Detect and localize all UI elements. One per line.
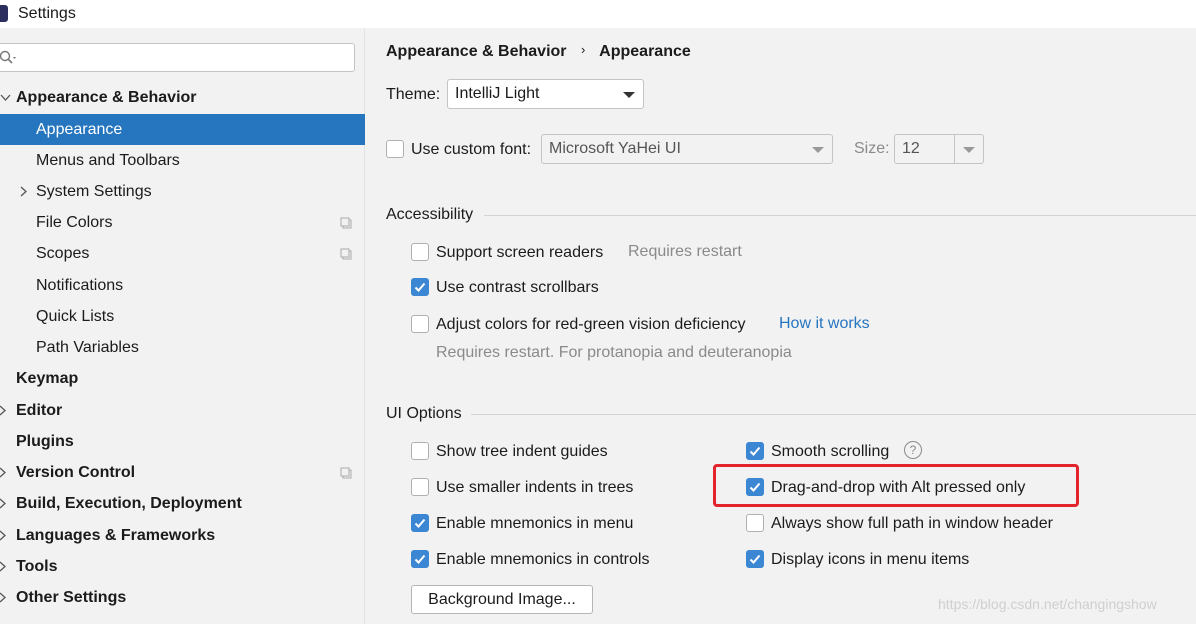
tree-indent-guides-checkbox[interactable]: [411, 442, 429, 460]
contrast-scrollbars-checkbox[interactable]: [411, 278, 429, 296]
sidebar-item-scopes[interactable]: Scopes: [0, 238, 365, 269]
smooth-scrolling-checkbox[interactable]: [746, 442, 764, 460]
sidebar-item-menus-toolbars[interactable]: Menus and Toolbars: [0, 145, 365, 176]
breadcrumb-parent[interactable]: Appearance & Behavior: [386, 43, 567, 60]
accessibility-section-title: Accessibility: [386, 206, 474, 223]
chevron-right-icon: [0, 467, 6, 478]
how-it-works-link[interactable]: How it works: [779, 315, 870, 333]
project-level-icon: [340, 467, 352, 479]
red-green-label: Adjust colors for red-green vision defic…: [436, 316, 746, 333]
chevron-down-icon: [0, 94, 11, 101]
font-dropdown[interactable]: Microsoft YaHei UI: [541, 134, 833, 164]
chevron-right-icon: [20, 186, 27, 197]
chevron-right-icon: [0, 592, 6, 603]
chevron-down-icon: [963, 147, 975, 153]
breadcrumb: Appearance & Behavior › Appearance: [386, 42, 691, 61]
theme-label: Theme:: [386, 86, 441, 103]
sidebar-item-appearance[interactable]: Appearance: [0, 114, 365, 145]
breadcrumb-current: Appearance: [599, 43, 691, 60]
smaller-indents-checkbox[interactable]: [411, 478, 429, 496]
screen-readers-label: Support screen readers: [436, 244, 604, 261]
size-label: Size:: [854, 140, 890, 157]
theme-value: IntelliJ Light: [455, 85, 540, 102]
size-dropdown[interactable]: 12: [894, 134, 984, 164]
mnemonics-menu-label: Enable mnemonics in menu: [436, 515, 634, 532]
project-level-icon: [340, 217, 352, 229]
size-value: 12: [902, 140, 920, 157]
smaller-indents-label: Use smaller indents in trees: [436, 479, 634, 496]
sidebar-item-file-colors[interactable]: File Colors: [0, 207, 365, 238]
ui-options-section-title: UI Options: [386, 405, 462, 422]
mnemonics-controls-checkbox[interactable]: [411, 550, 429, 568]
sidebar-item-tools[interactable]: Tools: [0, 551, 365, 582]
search-input[interactable]: [0, 43, 355, 72]
breadcrumb-separator: ›: [580, 42, 586, 57]
chevron-down-icon: [812, 147, 824, 153]
custom-font-checkbox[interactable]: [386, 140, 404, 158]
theme-dropdown[interactable]: IntelliJ Light: [447, 79, 644, 109]
sidebar-item-appearance-behavior[interactable]: Appearance & Behavior: [0, 82, 365, 113]
chevron-down-icon: [623, 92, 635, 98]
chevron-right-icon: [0, 561, 6, 572]
smooth-scrolling-label: Smooth scrolling: [771, 443, 890, 460]
watermark: https://blog.csdn.net/changingshow: [938, 596, 1157, 612]
checkmark-icon: [414, 554, 426, 564]
sidebar-item-version-control[interactable]: Version Control: [0, 457, 365, 488]
chevron-right-icon: [0, 530, 6, 541]
checkmark-icon: [414, 282, 426, 292]
sidebar-item-plugins[interactable]: Plugins: [0, 426, 365, 457]
contrast-scrollbars-label: Use contrast scrollbars: [436, 279, 599, 296]
full-path-label: Always show full path in window header: [771, 515, 1053, 532]
screen-readers-note: Requires restart: [628, 243, 742, 260]
settings-content: Appearance & Behavior › Appearance Theme…: [366, 28, 1196, 624]
chevron-right-icon: [0, 498, 6, 509]
sidebar-item-keymap[interactable]: Keymap: [0, 363, 365, 394]
full-path-checkbox[interactable]: [746, 514, 764, 532]
settings-sidebar: Appearance & Behavior Appearance Menus a…: [0, 28, 365, 624]
window-title: Settings: [18, 5, 76, 22]
sidebar-item-system-settings[interactable]: System Settings: [0, 176, 365, 207]
checkmark-icon: [414, 518, 426, 528]
tree-indent-guides-label: Show tree indent guides: [436, 443, 608, 460]
sidebar-item-editor[interactable]: Editor: [0, 395, 365, 426]
app-icon: [0, 5, 8, 22]
chevron-right-icon: [0, 405, 6, 416]
custom-font-label: Use custom font:: [411, 141, 532, 158]
screen-readers-checkbox[interactable]: [411, 243, 429, 261]
project-level-icon: [340, 248, 352, 260]
menu-icons-checkbox[interactable]: [746, 550, 764, 568]
mnemonics-controls-label: Enable mnemonics in controls: [436, 551, 650, 568]
sidebar-item-languages-frameworks[interactable]: Languages & Frameworks: [0, 520, 365, 551]
search-icon: [0, 50, 16, 64]
font-value: Microsoft YaHei UI: [549, 140, 681, 157]
title-bar: Settings: [0, 0, 1196, 28]
menu-icons-label: Display icons in menu items: [771, 551, 970, 568]
checkmark-icon: [749, 446, 761, 456]
sidebar-item-notifications[interactable]: Notifications: [0, 270, 365, 301]
sidebar-item-other-settings[interactable]: Other Settings: [0, 582, 365, 613]
annotation-highlight-box: [713, 464, 1079, 507]
help-icon[interactable]: ?: [904, 441, 922, 459]
checkmark-icon: [749, 554, 761, 564]
background-image-button[interactable]: Background Image...: [411, 585, 593, 614]
sidebar-item-build-execution-deployment[interactable]: Build, Execution, Deployment: [0, 488, 365, 519]
red-green-checkbox[interactable]: [411, 315, 429, 333]
red-green-note: Requires restart. For protanopia and deu…: [436, 344, 792, 361]
sidebar-item-path-variables[interactable]: Path Variables: [0, 332, 365, 363]
sidebar-item-quick-lists[interactable]: Quick Lists: [0, 301, 365, 332]
mnemonics-menu-checkbox[interactable]: [411, 514, 429, 532]
